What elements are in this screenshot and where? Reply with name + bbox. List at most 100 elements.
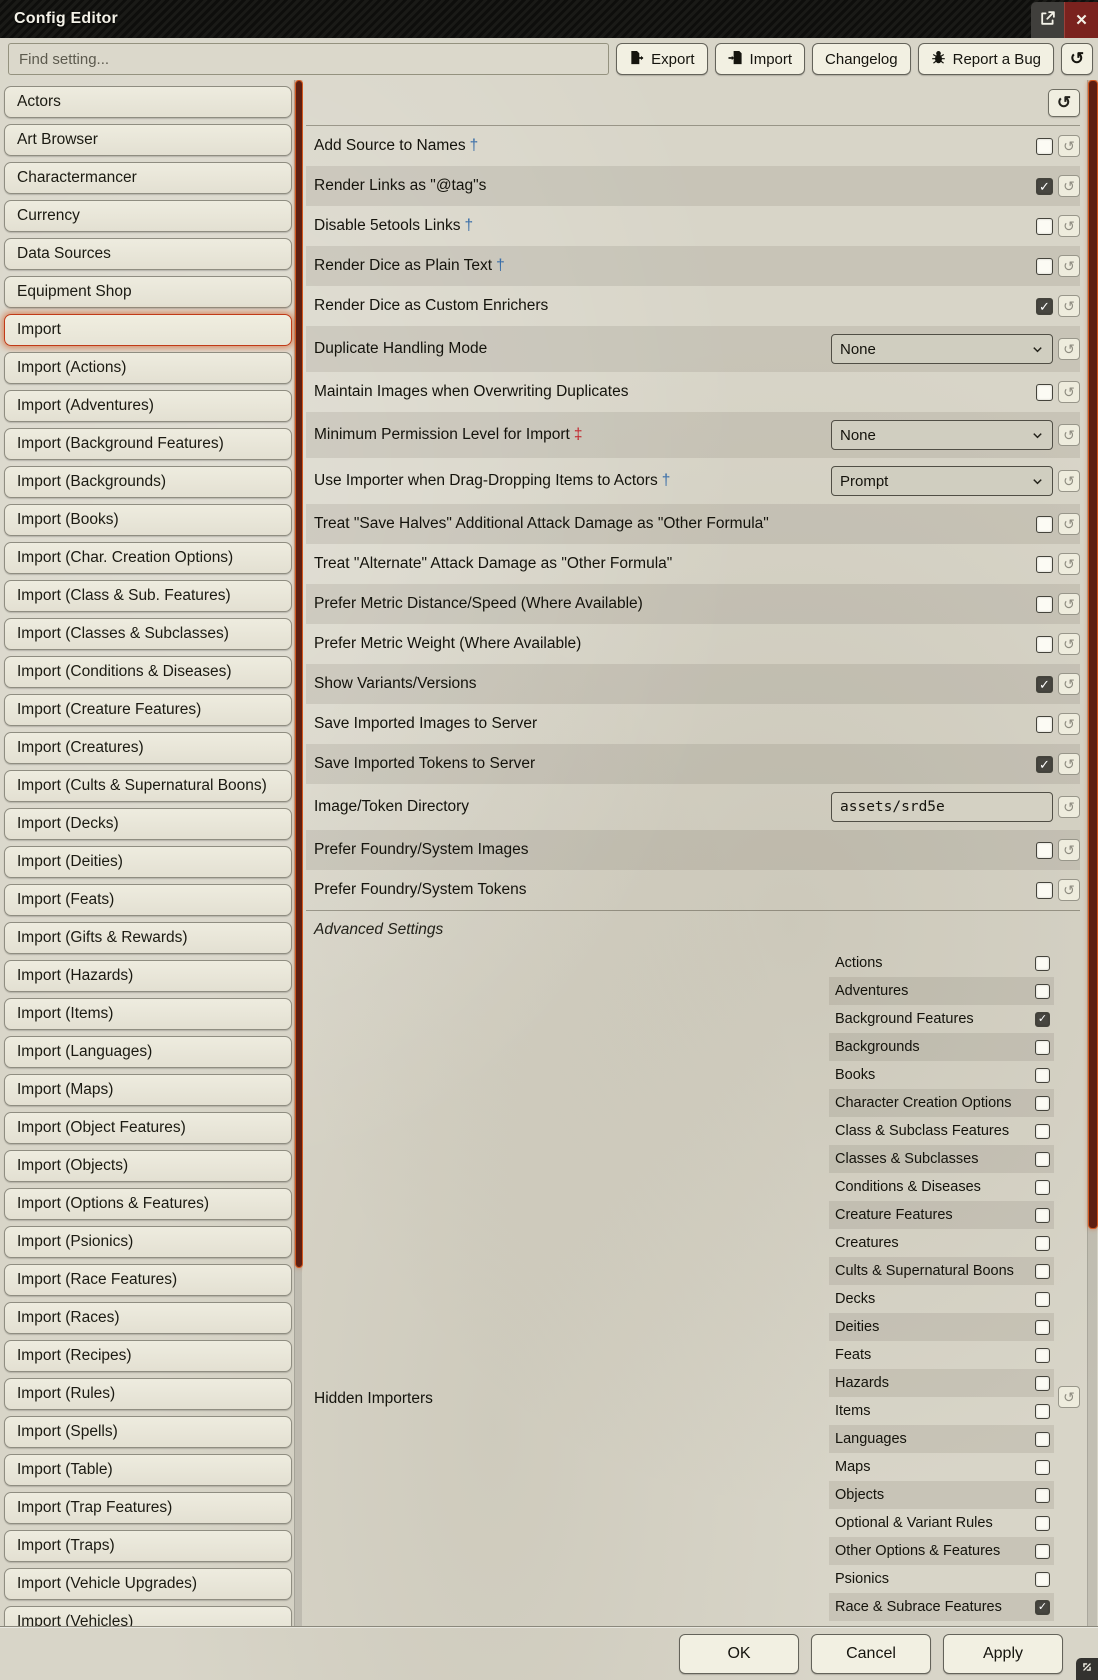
panel-scrollbar-thumb[interactable] bbox=[1088, 80, 1098, 1229]
sidebar-item[interactable]: Import (Rules) bbox=[4, 1378, 292, 1410]
resize-handle[interactable] bbox=[1076, 1658, 1098, 1680]
checkbox[interactable]: ✓ bbox=[1036, 178, 1053, 195]
checkbox[interactable]: ✓ bbox=[1036, 298, 1053, 315]
reset-setting-button[interactable]: ↺ bbox=[1058, 295, 1080, 317]
checkbox[interactable] bbox=[1036, 218, 1053, 235]
checkbox[interactable] bbox=[1036, 516, 1053, 533]
sidebar-item[interactable]: Import (Languages) bbox=[4, 1036, 292, 1068]
sidebar-item[interactable]: Import (Actions) bbox=[4, 352, 292, 384]
reset-setting-button[interactable]: ↺ bbox=[1058, 424, 1080, 446]
select[interactable]: None bbox=[831, 334, 1053, 364]
reset-setting-button[interactable]: ↺ bbox=[1058, 713, 1080, 735]
sidebar-item[interactable]: Import (Options & Features) bbox=[4, 1188, 292, 1220]
checkbox[interactable] bbox=[1035, 1404, 1050, 1419]
sidebar-item[interactable]: Import (Backgrounds) bbox=[4, 466, 292, 498]
checkbox[interactable] bbox=[1036, 258, 1053, 275]
reset-setting-button[interactable]: ↺ bbox=[1058, 338, 1080, 360]
checkbox[interactable] bbox=[1035, 1068, 1050, 1083]
checkbox[interactable] bbox=[1035, 1320, 1050, 1335]
close-button[interactable]: ✕ bbox=[1064, 2, 1098, 38]
checkbox[interactable] bbox=[1035, 1124, 1050, 1139]
sidebar-item[interactable]: Import (Conditions & Diseases) bbox=[4, 656, 292, 688]
reset-setting-button[interactable]: ↺ bbox=[1058, 839, 1080, 861]
reset-setting-button[interactable]: ↺ bbox=[1058, 753, 1080, 775]
reset-setting-button[interactable]: ↺ bbox=[1058, 593, 1080, 615]
checkbox[interactable] bbox=[1035, 1180, 1050, 1195]
checkbox[interactable] bbox=[1035, 1264, 1050, 1279]
select[interactable]: Prompt bbox=[831, 466, 1053, 496]
checkbox[interactable] bbox=[1036, 842, 1053, 859]
import-button[interactable]: Import bbox=[715, 43, 806, 75]
sidebar-item[interactable]: Import (Races) bbox=[4, 1302, 292, 1334]
sidebar-item[interactable]: Actors bbox=[4, 86, 292, 118]
checkbox[interactable] bbox=[1035, 1460, 1050, 1475]
changelog-button[interactable]: Changelog bbox=[812, 43, 911, 75]
sidebar-item[interactable]: Import (Psionics) bbox=[4, 1226, 292, 1258]
sidebar-item[interactable]: Import (Traps) bbox=[4, 1530, 292, 1562]
sidebar-item[interactable]: Import (Deities) bbox=[4, 846, 292, 878]
checkbox[interactable] bbox=[1035, 1040, 1050, 1055]
sidebar-item[interactable]: Import (Vehicles) bbox=[4, 1606, 292, 1626]
reset-section-button[interactable]: ↺ bbox=[1048, 89, 1080, 117]
checkbox[interactable] bbox=[1035, 1236, 1050, 1251]
reset-setting-button[interactable]: ↺ bbox=[1058, 255, 1080, 277]
sidebar-item[interactable]: Import (Objects) bbox=[4, 1150, 292, 1182]
reset-setting-button[interactable]: ↺ bbox=[1058, 135, 1080, 157]
sidebar-item[interactable]: Import (Decks) bbox=[4, 808, 292, 840]
checkbox[interactable] bbox=[1035, 1544, 1050, 1559]
ok-button[interactable]: OK bbox=[679, 1634, 799, 1674]
panel-scrollbar[interactable] bbox=[1087, 80, 1097, 1626]
sidebar-scrollbar-thumb[interactable] bbox=[295, 80, 303, 1268]
apply-button[interactable]: Apply bbox=[943, 1634, 1063, 1674]
sidebar-item[interactable]: Import (Recipes) bbox=[4, 1340, 292, 1372]
checkbox[interactable] bbox=[1036, 882, 1053, 899]
sidebar-item[interactable]: Import (Spells) bbox=[4, 1416, 292, 1448]
checkbox[interactable]: ✓ bbox=[1036, 676, 1053, 693]
checkbox[interactable] bbox=[1036, 596, 1053, 613]
sidebar-item[interactable]: Import (Classes & Subclasses) bbox=[4, 618, 292, 650]
sidebar-item[interactable]: Currency bbox=[4, 200, 292, 232]
checkbox[interactable] bbox=[1035, 956, 1050, 971]
report-bug-button[interactable]: Report a Bug bbox=[918, 43, 1054, 75]
sidebar-item[interactable]: Import (Items) bbox=[4, 998, 292, 1030]
checkbox[interactable] bbox=[1036, 384, 1053, 401]
reset-setting-button[interactable]: ↺ bbox=[1058, 175, 1080, 197]
checkbox[interactable] bbox=[1035, 1516, 1050, 1531]
sidebar-item[interactable]: Import (Maps) bbox=[4, 1074, 292, 1106]
export-button[interactable]: Export bbox=[616, 43, 707, 75]
sidebar-item[interactable]: Import (Background Features) bbox=[4, 428, 292, 460]
sidebar-item[interactable]: Import (Class & Sub. Features) bbox=[4, 580, 292, 612]
reset-setting-button[interactable]: ↺ bbox=[1058, 673, 1080, 695]
popout-button[interactable] bbox=[1031, 2, 1064, 38]
checkbox[interactable]: ✓ bbox=[1035, 1012, 1050, 1027]
reset-setting-button[interactable]: ↺ bbox=[1058, 1386, 1080, 1408]
sidebar-item[interactable]: Art Browser bbox=[4, 124, 292, 156]
reset-setting-button[interactable]: ↺ bbox=[1058, 513, 1080, 535]
checkbox[interactable] bbox=[1035, 1572, 1050, 1587]
checkbox[interactable] bbox=[1035, 984, 1050, 999]
checkbox[interactable] bbox=[1035, 1376, 1050, 1391]
reset-setting-button[interactable]: ↺ bbox=[1058, 796, 1080, 818]
sidebar-item[interactable]: Data Sources bbox=[4, 238, 292, 270]
reset-setting-button[interactable]: ↺ bbox=[1058, 553, 1080, 575]
sidebar-item[interactable]: Import (Table) bbox=[4, 1454, 292, 1486]
checkbox[interactable] bbox=[1036, 636, 1053, 653]
sidebar-item[interactable]: Import (Gifts & Rewards) bbox=[4, 922, 292, 954]
select[interactable]: None bbox=[831, 420, 1053, 450]
reset-setting-button[interactable]: ↺ bbox=[1058, 215, 1080, 237]
reset-all-button[interactable]: ↺ bbox=[1061, 43, 1093, 75]
sidebar-item[interactable]: Import (Adventures) bbox=[4, 390, 292, 422]
sidebar-item[interactable]: Import (Creatures) bbox=[4, 732, 292, 764]
reset-setting-button[interactable]: ↺ bbox=[1058, 879, 1080, 901]
reset-setting-button[interactable]: ↺ bbox=[1058, 633, 1080, 655]
sidebar-item[interactable]: Import (Trap Features) bbox=[4, 1492, 292, 1524]
checkbox[interactable] bbox=[1036, 556, 1053, 573]
checkbox[interactable] bbox=[1036, 716, 1053, 733]
sidebar-item[interactable]: Charactermancer bbox=[4, 162, 292, 194]
checkbox[interactable] bbox=[1035, 1096, 1050, 1111]
checkbox[interactable]: ✓ bbox=[1035, 1600, 1050, 1615]
checkbox[interactable]: ✓ bbox=[1036, 756, 1053, 773]
checkbox[interactable] bbox=[1035, 1208, 1050, 1223]
sidebar-item[interactable]: Import (Object Features) bbox=[4, 1112, 292, 1144]
sidebar-item[interactable]: Import bbox=[4, 314, 292, 346]
